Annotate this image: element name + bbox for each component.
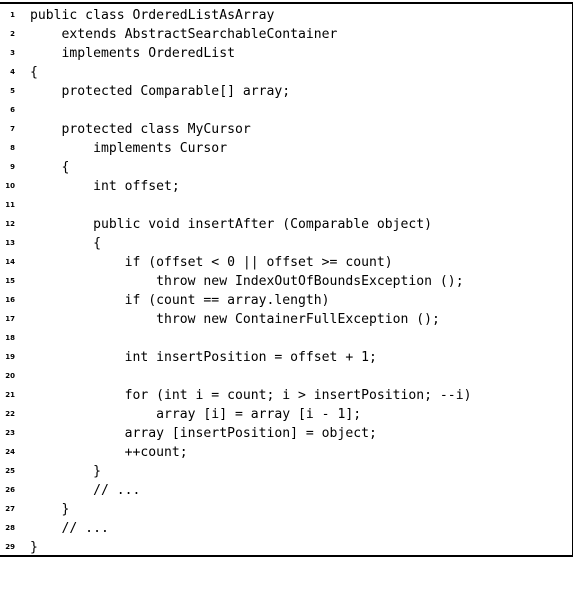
code-text: implements OrderedList <box>30 46 235 61</box>
code-line: 14 if (offset < 0 || offset >= count) <box>0 253 573 272</box>
code-text: // ... <box>30 521 109 536</box>
code-line: 7 protected class MyCursor <box>0 120 573 139</box>
code-line: 11 <box>0 196 573 215</box>
line-number: 12 <box>5 220 15 228</box>
code-line: 26 // ... <box>0 481 573 500</box>
code-text: { <box>30 160 70 175</box>
line-number: 26 <box>5 486 15 494</box>
code-line: 29 } <box>0 538 573 557</box>
line-number: 22 <box>5 410 15 418</box>
code-line: 15 throw new IndexOutOfBoundsException (… <box>0 272 573 291</box>
code-text: array [insertPosition] = object; <box>30 426 377 441</box>
line-number: 24 <box>5 448 15 456</box>
code-text: { <box>30 236 101 251</box>
line-number: 5 <box>10 87 15 95</box>
line-number: 4 <box>10 68 15 76</box>
line-number: 20 <box>5 372 15 380</box>
code-text: protected Comparable[] array; <box>30 84 291 99</box>
code-line: 17 throw new ContainerFullException (); <box>0 310 573 329</box>
code-line: 12 public void insertAfter (Comparable o… <box>0 215 573 234</box>
code-line: 6 <box>0 101 573 120</box>
line-number: 11 <box>5 201 15 209</box>
code-text: if (offset < 0 || offset >= count) <box>30 255 393 270</box>
code-text: protected class MyCursor <box>30 122 251 137</box>
code-line: 4 { <box>0 63 573 82</box>
code-text: } <box>30 464 101 479</box>
code-text: } <box>30 540 38 555</box>
code-text: array [i] = array [i - 1]; <box>30 407 362 422</box>
code-line: 3 implements OrderedList <box>0 44 573 63</box>
code-line: 19 int insertPosition = offset + 1; <box>0 348 573 367</box>
line-number: 10 <box>5 182 15 190</box>
code-line: 5 protected Comparable[] array; <box>0 82 573 101</box>
line-number: 7 <box>10 125 15 133</box>
code-line: 18 <box>0 329 573 348</box>
code-line: 25 } <box>0 462 573 481</box>
line-number: 9 <box>10 163 15 171</box>
line-number: 25 <box>5 467 15 475</box>
code-line: 22 array [i] = array [i - 1]; <box>0 405 573 424</box>
line-number: 14 <box>5 258 15 266</box>
line-number: 23 <box>5 429 15 437</box>
code-line: 27 } <box>0 500 573 519</box>
line-number: 8 <box>10 144 15 152</box>
line-number: 15 <box>5 277 15 285</box>
code-text: public class OrderedListAsArray <box>30 8 275 23</box>
code-text: ++count; <box>30 445 188 460</box>
code-text: int offset; <box>30 179 180 194</box>
code-line: 2 extends AbstractSearchableContainer <box>0 25 573 44</box>
code-line: 28 // ... <box>0 519 573 538</box>
code-text: throw new IndexOutOfBoundsException (); <box>30 274 464 289</box>
code-text: implements Cursor <box>30 141 228 156</box>
code-line: 10 int offset; <box>0 177 573 196</box>
code-text: public void insertAfter (Comparable obje… <box>30 217 433 232</box>
line-number: 1 <box>10 11 15 19</box>
code-text: for (int i = count; i > insertPosition; … <box>30 388 472 403</box>
code-line: 24 ++count; <box>0 443 573 462</box>
code-listing: 1 public class OrderedListAsArray 2 exte… <box>0 2 573 557</box>
code-line: 13 { <box>0 234 573 253</box>
line-number: 28 <box>5 524 15 532</box>
code-text: } <box>30 502 70 517</box>
code-text: { <box>30 65 38 80</box>
line-number: 16 <box>5 296 15 304</box>
code-text: if (count == array.length) <box>30 293 330 308</box>
code-text: // ... <box>30 483 141 498</box>
line-number: 6 <box>10 106 15 114</box>
line-number: 2 <box>10 30 15 38</box>
line-number: 17 <box>5 315 15 323</box>
code-line: 16 if (count == array.length) <box>0 291 573 310</box>
code-text: extends AbstractSearchableContainer <box>30 27 338 42</box>
code-line: 8 implements Cursor <box>0 139 573 158</box>
code-line: 20 <box>0 367 573 386</box>
code-line: 1 public class OrderedListAsArray <box>0 6 573 25</box>
code-line: 21 for (int i = count; i > insertPositio… <box>0 386 573 405</box>
line-number: 21 <box>5 391 15 399</box>
line-number: 3 <box>10 49 15 57</box>
line-number: 27 <box>5 505 15 513</box>
code-text: int insertPosition = offset + 1; <box>30 350 377 365</box>
line-number: 19 <box>5 353 15 361</box>
code-text: throw new ContainerFullException (); <box>30 312 440 327</box>
code-line: 9 { <box>0 158 573 177</box>
line-number: 13 <box>5 239 15 247</box>
line-number: 18 <box>5 334 15 342</box>
code-line: 23 array [insertPosition] = object; <box>0 424 573 443</box>
line-number: 29 <box>5 543 15 551</box>
